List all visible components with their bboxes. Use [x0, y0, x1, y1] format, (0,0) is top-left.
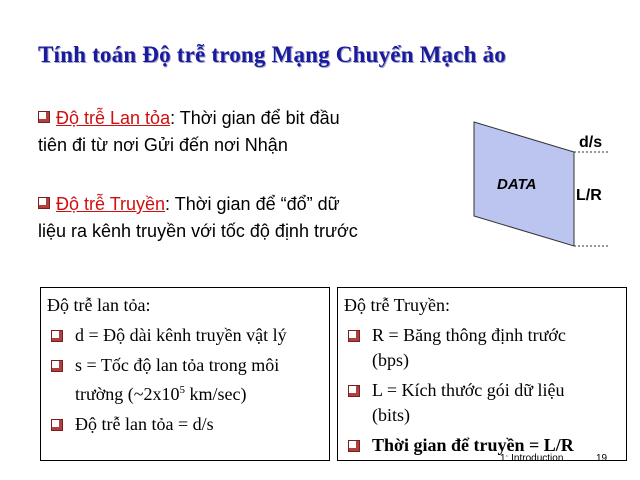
propagation-paragraph: Độ trễ Lan tỏa: Thời gian để bit đầu tiê…: [38, 105, 438, 159]
transmission-formula: Thời gian để truyền = L/R: [372, 435, 574, 455]
list-item: R = Băng thông định trước (bps): [344, 323, 620, 373]
square-bullet-icon: [348, 385, 360, 397]
list-item: Độ trễ lan tỏa = d/s: [47, 412, 323, 437]
packet-size-definition-1: L = Kích thước gói dữ liệu: [372, 380, 565, 400]
list-item: L = Kích thước gói dữ liệu (bits): [344, 378, 620, 428]
transmission-box-heading: Độ trễ Truyền:: [344, 295, 451, 315]
page-number: 19: [596, 453, 608, 464]
propagation-formula-label: d/s: [579, 134, 603, 151]
distance-definition: d = Độ dài kênh truyền vật lý: [75, 325, 287, 345]
square-bullet-icon: [348, 440, 360, 452]
speed-definition-1: s = Tốc độ lan tỏa trong môi: [75, 355, 280, 375]
square-bullet-icon: [348, 330, 360, 342]
transmission-definition-box: Độ trễ Truyền: R = Băng thông định trước…: [337, 287, 627, 461]
square-bullet-icon: [51, 419, 63, 431]
footer-section: 1: Introduction: [500, 453, 564, 464]
data-label: DATA: [497, 176, 537, 193]
square-bullet-icon: [38, 197, 50, 210]
data-packet-diagram: [473, 121, 610, 247]
transmission-paragraph: Độ trễ Truyền: Thời gian để “đổ” dữ liệu…: [38, 191, 458, 245]
list-item: d = Độ dài kênh truyền vật lý: [47, 323, 323, 348]
bandwidth-definition-1: R = Băng thông định trước: [372, 325, 566, 345]
propagation-definition-box: Độ trễ lan tỏa: d = Độ dài kênh truyền v…: [40, 287, 330, 461]
transmission-desc-2: liệu ra kênh truyền với tốc độ định trướ…: [38, 221, 358, 241]
square-bullet-icon: [38, 111, 50, 124]
transmission-desc-1: : Thời gian để “đổ” dữ: [165, 194, 340, 214]
propagation-formula: Độ trễ lan tỏa = d/s: [75, 414, 214, 434]
speed-definition-2: trường (~2x105 km/sec): [75, 384, 247, 404]
slide-title: Tính toán Độ trễ trong Mạng Chuyển Mạch …: [38, 42, 506, 67]
propagation-box-heading: Độ trễ lan tỏa:: [47, 295, 151, 315]
propagation-desc-2: tiên đi từ nơi Gửi đến nơi Nhận: [38, 135, 288, 155]
packet-size-definition-2: (bits): [372, 405, 410, 425]
propagation-desc-1: : Thời gian để bit đầu: [170, 108, 340, 128]
transmission-term: Độ trễ Truyền: [56, 194, 166, 214]
propagation-term: Độ trễ Lan tỏa: [56, 108, 171, 128]
list-item: Thời gian để truyền = L/R: [344, 433, 620, 458]
square-bullet-icon: [51, 330, 63, 342]
transmission-formula-label: L/R: [576, 187, 602, 204]
list-item: s = Tốc độ lan tỏa trong môi trường (~2x…: [47, 353, 323, 407]
bandwidth-definition-2: (bps): [372, 350, 409, 370]
square-bullet-icon: [51, 360, 63, 372]
